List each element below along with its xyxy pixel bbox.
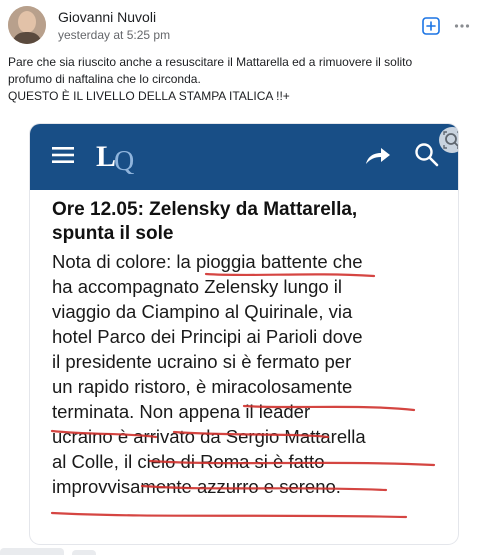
visual-search-icon[interactable] xyxy=(438,126,458,154)
reaction-chip[interactable] xyxy=(0,548,64,555)
body-line: al Colle, il cielo di Roma si è fatto xyxy=(52,451,325,472)
post-text-line: QUESTO È IL LIVELLO DELLA STAMPA ITALICA… xyxy=(8,89,290,103)
author-name[interactable]: Giovanni Nuvoli xyxy=(58,9,156,25)
post-text: Pare che sia riuscito anche a resuscitar… xyxy=(8,54,478,105)
body-line: viaggio da Ciampino al Quirinale, via xyxy=(52,301,353,322)
share-arrow-icon[interactable] xyxy=(364,144,392,168)
body-line: Nota di colore: la pioggia battente che xyxy=(52,251,363,272)
headline-line: Ore 12.05: Zelensky da Mattarella, xyxy=(52,199,358,220)
svg-text:Q: Q xyxy=(114,146,134,174)
svg-text:L: L xyxy=(96,140,116,173)
headline-line: spunta il sole xyxy=(52,223,174,244)
lq-logo[interactable]: L Q xyxy=(94,138,146,177)
body-line: un rapido ristoro, è miracolosamente xyxy=(52,376,353,397)
underline-mark xyxy=(50,511,408,519)
article-headline: Ore 12.05: Zelensky da Mattarella, spunt… xyxy=(52,198,452,246)
body-line: terminata. Non appena il leader xyxy=(52,401,311,422)
reaction-chip[interactable] xyxy=(72,550,96,555)
article: Ore 12.05: Zelensky da Mattarella, spunt… xyxy=(52,198,452,499)
avatar-photo xyxy=(8,6,46,44)
attached-screenshot[interactable]: L Q Ore 12.05: Zelensky da Mattarella, s… xyxy=(30,124,458,544)
body-line: ucraino è arrivato da Sergio Mattarella xyxy=(52,426,366,447)
search-icon[interactable] xyxy=(414,142,440,168)
plus-square-icon[interactable] xyxy=(422,17,440,35)
article-body: Nota di colore: la pioggia battente che … xyxy=(52,249,452,499)
post-header: Giovanni Nuvoli yesterday at 5:25 pm xyxy=(0,0,488,50)
menu-icon[interactable] xyxy=(52,145,76,165)
lq-app-bar: L Q xyxy=(30,124,458,190)
body-line: improvvisamente azzurro e sereno. xyxy=(52,476,341,497)
avatar[interactable] xyxy=(8,6,46,44)
post-text-line: profumo di naftalina che lo circonda. xyxy=(8,72,201,86)
body-line: il presidente ucraino si è fermato per xyxy=(52,351,352,372)
body-line: hotel Parco dei Principi ai Parioli dove xyxy=(52,326,363,347)
body-line: ha accompagnato Zelensky lungo il xyxy=(52,276,343,297)
post-timestamp[interactable]: yesterday at 5:25 pm xyxy=(58,28,170,42)
post-text-line: Pare che sia riuscito anche a resuscitar… xyxy=(8,55,413,69)
more-dots-icon[interactable] xyxy=(454,17,470,35)
